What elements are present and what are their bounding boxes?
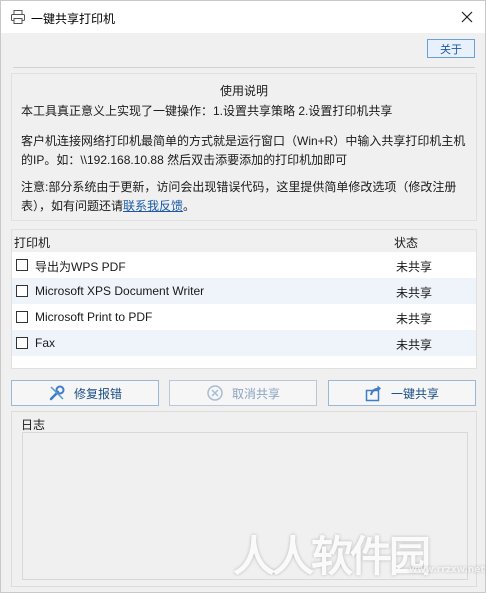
printer-status: 未共享 (396, 286, 433, 300)
close-icon[interactable] (449, 1, 485, 33)
printer-name: Microsoft XPS Document Writer (35, 284, 205, 298)
printer-checkbox[interactable] (16, 337, 28, 349)
instructions-panel: 使用说明 本工具真正意义上实现了一键操作：1.设置共享策略 2.设置打印机共享 … (11, 73, 477, 221)
watermark-text: 人人软件园 (233, 532, 431, 581)
cancel-icon (207, 385, 223, 401)
printer-icon (10, 9, 26, 25)
repair-errors-button[interactable]: 修复报错 (11, 380, 159, 406)
printer-row[interactable]: Fax 未共享 (12, 330, 476, 356)
printer-row[interactable]: 导出为WPS PDF 未共享 (12, 252, 476, 278)
instructions-line-1: 本工具真正意义上实现了一键操作：1.设置共享策略 2.设置打印机共享 (21, 104, 393, 118)
printer-name: 导出为WPS PDF (35, 260, 126, 274)
printer-row[interactable]: Microsoft Print to PDF 未共享 (12, 304, 476, 330)
watermark-url: www.rrzxw.net (409, 565, 485, 575)
one-click-share-label: 一键共享 (390, 386, 439, 401)
instructions-heading: 使用说明 (219, 84, 268, 98)
divider (13, 67, 475, 68)
column-header-printer: 打印机 (14, 236, 51, 250)
cancel-share-button[interactable]: 取消共享 (169, 380, 317, 406)
printer-status: 未共享 (396, 260, 433, 274)
column-header-status: 状态 (394, 236, 419, 250)
log-label: 日志 (21, 418, 46, 432)
instructions-line-3: 注意:部分系统由于更新，访问会出现错误代码，这里提供简单修改选项（修改注册表），… (21, 178, 471, 216)
title-bar: 一键共享打印机 (1, 1, 485, 33)
one-click-share-button[interactable]: 一键共享 (328, 380, 476, 406)
printer-checkbox[interactable] (16, 311, 28, 323)
printer-name: Fax (35, 336, 56, 350)
repair-errors-label: 修复报错 (73, 386, 122, 401)
printer-status: 未共享 (396, 312, 433, 326)
feedback-link[interactable]: 联系我反馈 (123, 199, 183, 213)
instructions-note-end: 。 (183, 199, 196, 213)
main-window: 一键共享打印机 关于 使用说明 本工具真正意义上实现了一键操作：1.设置共享策略… (0, 0, 486, 593)
wrench-icon (49, 385, 65, 401)
printer-checkbox[interactable] (16, 285, 28, 297)
printer-checkbox[interactable] (16, 259, 28, 271)
cancel-share-label: 取消共享 (231, 386, 280, 401)
about-button[interactable]: 关于 (427, 39, 475, 58)
watermark: 人人软件园 www.rrzxw.net (233, 529, 485, 585)
window-title: 一键共享打印机 (31, 12, 116, 26)
instructions-line-2: 客户机连接网络打印机最简单的方式就是运行窗口（Win+R）中输入共享打印机主机的… (21, 134, 466, 167)
printer-name: Microsoft Print to PDF (35, 310, 153, 324)
printer-list: 打印机 状态 导出为WPS PDF 未共享 Microsoft XPS Docu… (11, 229, 477, 369)
share-icon (365, 385, 381, 402)
printer-status: 未共享 (396, 338, 433, 352)
printer-row[interactable]: Microsoft XPS Document Writer 未共享 (12, 278, 476, 304)
printer-list-header: 打印机 状态 (12, 230, 476, 252)
instructions-note-text: 注意:部分系统由于更新，访问会出现错误代码，这里提供简单修改选项（修改注册表），… (21, 180, 457, 213)
